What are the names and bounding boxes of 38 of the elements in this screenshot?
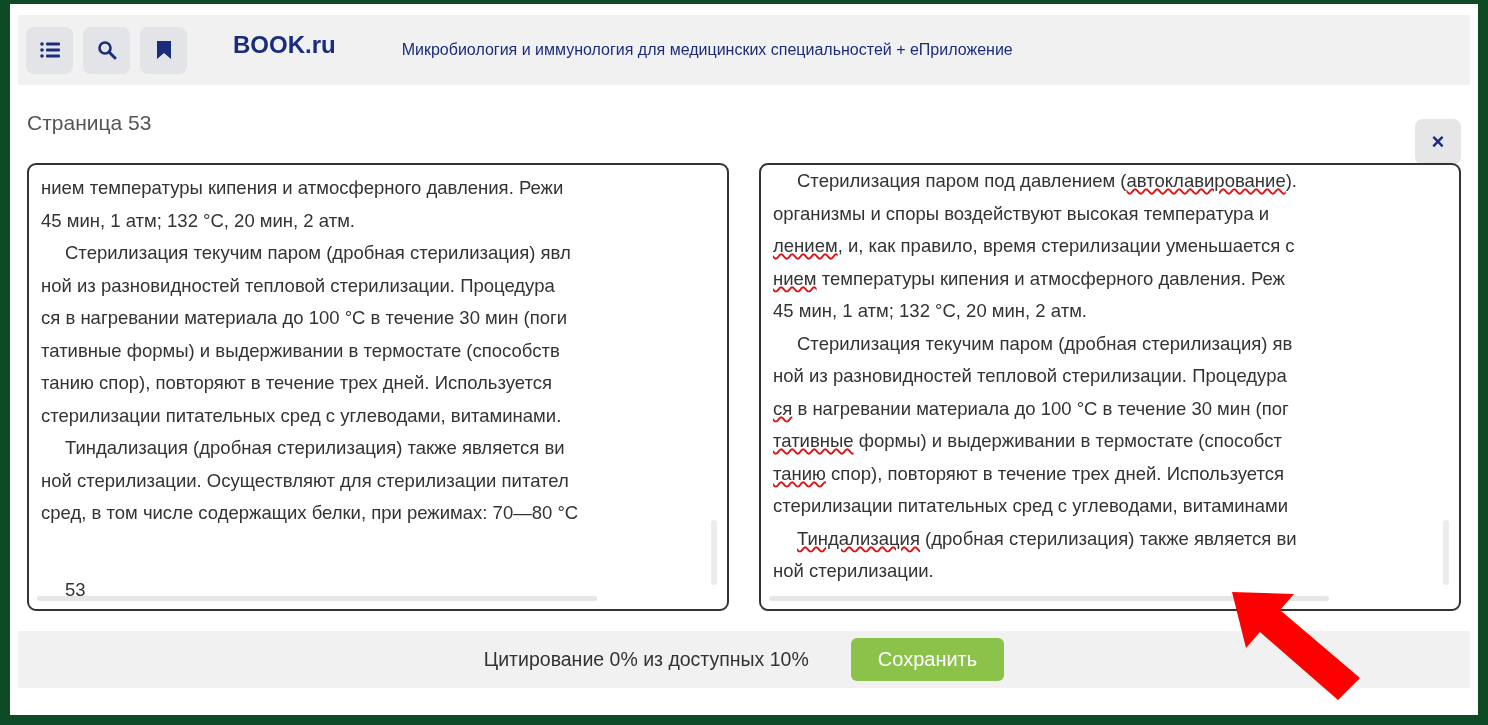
text-line: ной из разновидностей тепловой стерилизации. Процедура <box>773 364 1287 388</box>
text-line: 45 мин, 1 атм; 132 °C, 20 мин, 2 атм. <box>41 208 355 233</box>
text-line: нием температуры кипения и атмосферного давления. Реж <box>773 266 1285 291</box>
text-line: тативные формы) и выдерживании в термостате (способст <box>773 429 1282 453</box>
text-line: ной стерилизации. Осуществляют для стерилизации питател <box>41 468 569 493</box>
scrollbar-thumb[interactable] <box>37 596 597 601</box>
bookmark-button[interactable] <box>140 26 187 74</box>
text-line: Стерилизация паром под давлением (автоклавирование). <box>796 169 1297 193</box>
text-line: ся в нагревании материала до 100 °C в течение 30 мин (пог <box>773 396 1289 421</box>
text-line: лением, и, как правило, время стерилизации уменьшается с <box>773 234 1295 258</box>
text-line: Тиндализация (дробная стерилизация) также является ви <box>64 436 565 460</box>
text-line: Стерилизация текучим паром (дробная стерилизация) явл <box>64 241 571 265</box>
book-title: Микробиология и иммунология для медицинских специальностей + еПриложение <box>401 41 1013 59</box>
text-line: ся в нагревании материала до 100 °C в течение 30 мин (поги <box>41 306 568 330</box>
bookmark-icon <box>156 41 171 59</box>
page-number: 53 <box>65 577 86 602</box>
search-icon <box>96 40 117 60</box>
text-line: Стерилизация текучим паром (дробная стерилизация) яв <box>796 331 1293 356</box>
close-button[interactable]: × <box>1415 119 1461 165</box>
text-line: стерилизации питательных сред с углеводами, витаминами. <box>41 403 562 428</box>
text-line: Тиндализация (дробная стерилизация) также является ви <box>796 526 1297 551</box>
text-line: ной из разновидностей тепловой стерилизации. Процедура <box>41 273 555 298</box>
text-line: организмы и споры воздействуют высокая температура и <box>773 201 1270 226</box>
list-icon <box>39 42 60 58</box>
page-title: Страница 53 <box>27 111 152 135</box>
text-line: ной стерилизации. <box>773 559 934 583</box>
text-line: танию спор), повторяют в течение трех дней. Используется <box>41 371 553 395</box>
text-line: танию спор), повторяют в течение трех дней. Используется <box>773 461 1285 486</box>
text-line: нием температуры кипения и атмосферного давления. Режи <box>41 176 564 200</box>
text-line: 45 мин, 1 атм; 132 °C, 20 мин, 2 атм. <box>773 299 1087 323</box>
text-line: тативные формы) и выдерживании в термостате (способств <box>41 338 560 363</box>
text-line: сред, в том числе содержащих белки, при режимах: 70—80 °C <box>41 501 579 525</box>
text-line: стерилизации питательных сред с углеводами, витаминами <box>773 494 1289 518</box>
scrollbar-thumb[interactable] <box>769 596 1329 601</box>
citation-text: Цитирование 0% из доступных 10% <box>483 648 809 671</box>
search-button[interactable] <box>83 26 130 74</box>
logo[interactable]: BOOK.ru <box>233 31 336 59</box>
contents-button[interactable] <box>26 26 73 74</box>
